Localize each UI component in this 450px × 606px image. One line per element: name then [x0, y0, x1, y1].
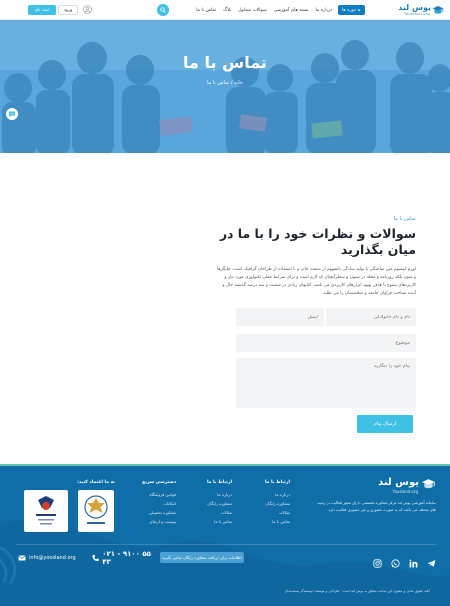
- main-nav: درباره ما بسته های آموزشی سوالات متداول …: [182, 5, 332, 15]
- footer-link[interactable]: مقالات: [250, 508, 290, 517]
- section-eyebrow: تماس با ما: [393, 216, 416, 222]
- footer-link[interactable]: درباره ما: [192, 490, 232, 499]
- enamad-badge[interactable]: [78, 490, 114, 532]
- search-icon: [160, 7, 166, 13]
- user-icon[interactable]: [83, 5, 92, 14]
- telegram-icon[interactable]: [427, 553, 436, 567]
- footer-column-contact-2: ارتباط با ما درباره ما مشاوره رایگان مقا…: [192, 480, 232, 526]
- chat-icon: [9, 111, 15, 117]
- login-button[interactable]: ورود: [58, 5, 78, 15]
- linkedin-icon[interactable]: [409, 553, 418, 568]
- brand-logo[interactable]: یوس لند Yousland.org: [394, 3, 444, 18]
- name-field[interactable]: [326, 308, 416, 326]
- footer-column-quick-access: دسترسی سریع قوانین فروشگاه امکانات مشاور…: [126, 480, 176, 526]
- footer-link[interactable]: درباره ما: [250, 490, 290, 499]
- enamad-seal-icon: [84, 495, 108, 524]
- instagram-icon[interactable]: [373, 553, 382, 568]
- footer-column-heading: دسترسی سریع: [142, 480, 176, 485]
- nav-item-about[interactable]: درباره ما: [315, 8, 332, 13]
- nav-item-faq[interactable]: سوالات متداول: [238, 8, 266, 13]
- footer-column-heading: ارتباط با ما: [264, 480, 290, 485]
- hero-overlay: [0, 20, 450, 153]
- footer-divider: [16, 544, 436, 545]
- footer-link[interactable]: تماس با ما: [192, 517, 232, 526]
- signup-button[interactable]: ثبت نام: [28, 5, 56, 15]
- page-title: تماس با ما: [183, 53, 267, 72]
- phone-icon: [92, 554, 99, 561]
- footer-link[interactable]: مشاوره تحصیلی: [126, 508, 176, 517]
- free-consult-banner[interactable]: اطلاعات برای دریافت مشاوره رایگان تماس ب…: [160, 552, 244, 563]
- footer-column-heading: ارتباط با ما: [206, 480, 232, 485]
- trust-heading: به ما اعتماد کنید:: [77, 480, 115, 485]
- footer-link[interactable]: تماس با ما: [250, 517, 290, 526]
- footer-link[interactable]: امکانات: [126, 499, 176, 508]
- email-contact[interactable]: info@yoosland.org: [18, 552, 84, 563]
- site-header: یوس لند Yousland.org دوره ها درباره ما ب…: [0, 0, 450, 20]
- whatsapp-icon[interactable]: [391, 553, 400, 568]
- courses-menu-button[interactable]: دوره ها: [338, 5, 365, 15]
- email-icon: [18, 555, 26, 560]
- graduation-cap-icon: [422, 479, 435, 489]
- footer-link[interactable]: مشاوره رایگان: [250, 499, 290, 508]
- chat-button[interactable]: [6, 108, 18, 120]
- footer-logo[interactable]: یوس لند Yousland.org: [376, 474, 436, 496]
- chevron-down-icon: [357, 9, 361, 12]
- email-field[interactable]: [236, 308, 324, 326]
- contact-heading: سوالات و نظرات خود را با ما در میان بگذا…: [219, 226, 416, 257]
- footer-link[interactable]: مقالات: [192, 508, 232, 517]
- email-address: info@yoosland.org: [29, 554, 76, 561]
- nav-item-blog[interactable]: بلاگ: [223, 8, 231, 13]
- breadcrumb[interactable]: خانه / تماس با ما: [0, 80, 450, 86]
- phone-contact[interactable]: ۰۲۱ - ۹۱۰۰ ۵۵ ۴۳: [92, 549, 156, 566]
- brand-domain: Yousland.org: [404, 12, 430, 16]
- courses-label: دوره ها: [342, 7, 356, 13]
- footer-link[interactable]: پیوست و ارتقای: [126, 517, 176, 526]
- footer-accent-line: [0, 464, 450, 466]
- hero-banner: تماس با ما خانه / تماس با ما: [0, 20, 450, 153]
- footer-link[interactable]: قوانین فروشگاه: [126, 490, 176, 499]
- footer-brand-name: یوس لند: [378, 477, 419, 488]
- nav-item-contact[interactable]: تماس با ما: [196, 8, 216, 13]
- samandehi-seal-icon: [36, 496, 56, 525]
- samandehi-badge[interactable]: [24, 490, 68, 532]
- contact-description: لورم ایپسوم متن ساختگی با تولید سادگی نا…: [217, 267, 416, 296]
- message-field[interactable]: [236, 358, 416, 408]
- phone-number: ۰۲۱ - ۹۱۰۰ ۵۵ ۴۳: [102, 549, 151, 566]
- footer-column-contact: ارتباط با ما درباره ما مشاوره رایگان مقا…: [250, 480, 290, 526]
- brand-name: یوس لند: [398, 3, 431, 12]
- footer-brand-domain: Yousland.org: [392, 489, 418, 494]
- nav-item-packages[interactable]: بسته های آموزشی: [274, 8, 309, 13]
- social-links: [373, 553, 436, 568]
- graduation-cap-icon: [432, 6, 444, 14]
- footer-link[interactable]: مشاوره رایگان: [192, 499, 232, 508]
- footer-about-text: سامانه آموزشی یوس لند مرکز مشاوره تخصصی …: [317, 501, 436, 512]
- search-button[interactable]: [157, 4, 169, 16]
- copyright-text: کلیه حقوق مادی و معنوی این سایت متعلق به…: [284, 589, 431, 593]
- subject-field[interactable]: [236, 334, 416, 352]
- send-message-button[interactable]: ارسال پیام: [357, 415, 413, 433]
